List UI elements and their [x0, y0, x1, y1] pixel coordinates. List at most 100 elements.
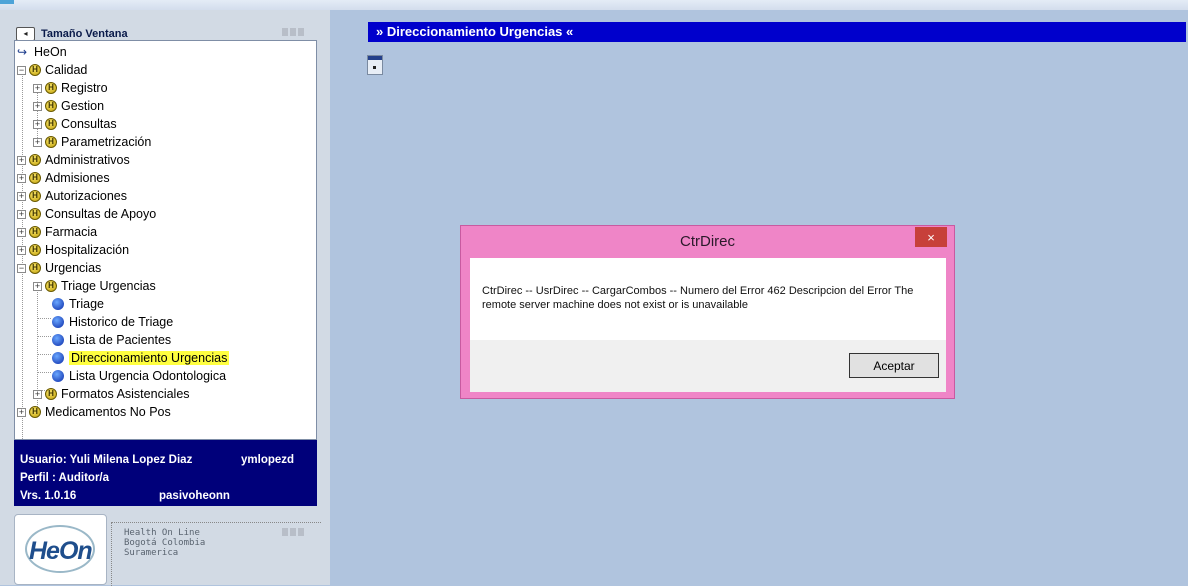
expand-icon[interactable]: +	[33, 389, 42, 399]
window-size-icon: ◂	[16, 27, 35, 41]
module-icon: H	[29, 208, 41, 220]
tree-item-farmacia[interactable]: + H Farmacia	[17, 223, 97, 241]
tree-label: Farmacia	[45, 225, 98, 239]
form-icon	[52, 316, 64, 328]
tree-label: Triage Urgencias	[61, 279, 156, 293]
form-control-icon[interactable]	[367, 55, 383, 75]
tree-item-registro[interactable]: + H Registro	[33, 79, 108, 97]
grip-icon	[282, 28, 306, 36]
expand-icon[interactable]: +	[33, 101, 42, 111]
expand-icon[interactable]: +	[33, 137, 42, 147]
tree-label: Autorizaciones	[45, 189, 127, 203]
company-line: Bogotá Colombia	[124, 538, 206, 548]
tree-item-consultas-apoyo[interactable]: + H Consultas de Apoyo	[17, 205, 156, 223]
module-icon: H	[45, 118, 57, 130]
expand-icon[interactable]: +	[17, 155, 26, 165]
tree-connector	[37, 354, 51, 355]
tree-connector	[37, 372, 51, 373]
expand-icon[interactable]: +	[17, 191, 26, 201]
tree-item-calidad[interactable]: − H Calidad	[17, 61, 87, 79]
expand-icon[interactable]: +	[17, 227, 26, 237]
tree-label: Gestion	[61, 99, 105, 113]
tree-item-historico-triage[interactable]: Historico de Triage	[52, 313, 173, 331]
tree-label: Lista de Pacientes	[69, 333, 172, 347]
tree-label: HeOn	[34, 45, 67, 59]
collapse-icon[interactable]: −	[17, 263, 26, 273]
tree-label: Hospitalización	[45, 243, 130, 257]
tree-item-heon[interactable]: ↪ HeOn	[17, 43, 67, 61]
collapse-icon[interactable]: −	[17, 65, 26, 75]
tree-item-urgencias[interactable]: − H Urgencias	[17, 259, 101, 277]
module-icon: H	[29, 226, 41, 238]
control-dot	[373, 66, 376, 69]
tree-item-direccionamiento[interactable]: Direccionamiento Urgencias	[52, 349, 230, 367]
tree-item-consultas[interactable]: + H Consultas	[33, 115, 117, 133]
server-name: pasivoheonn	[159, 490, 230, 502]
form-icon	[52, 370, 64, 382]
dialog-title: CtrDirec	[680, 233, 735, 250]
tree-label: Registro	[61, 81, 108, 95]
dialog-body: CtrDirec -- UsrDirec -- CargarCombos -- …	[470, 258, 946, 392]
tree-label: Lista Urgencia Odontologica	[69, 369, 227, 383]
tree-item-gestion[interactable]: + H Gestion	[33, 97, 104, 115]
tree-item-autorizaciones[interactable]: + H Autorizaciones	[17, 187, 127, 205]
expand-icon[interactable]: +	[33, 119, 42, 129]
tree-item-lista-odontologica[interactable]: Lista Urgencia Odontologica	[52, 367, 226, 385]
module-icon: H	[45, 100, 57, 112]
user-profile: Perfil : Auditor/a	[20, 472, 110, 484]
tree-connector	[37, 336, 51, 337]
menu-tree[interactable]: ↪ HeOn − H Calidad + H Registro + H Gest…	[14, 40, 317, 440]
tree-item-admisiones[interactable]: + H Admisiones	[17, 169, 110, 187]
heon-root-icon: ↪	[17, 45, 28, 59]
close-button[interactable]: ×	[915, 227, 947, 247]
tree-item-medicamentos[interactable]: + H Medicamentos No Pos	[17, 403, 171, 421]
page-title: » Direccionamiento Urgencias «	[368, 22, 1186, 42]
module-icon: H	[45, 82, 57, 94]
tree-label: Historico de Triage	[69, 315, 174, 329]
tree-label-selected: Direccionamiento Urgencias	[69, 351, 230, 365]
company-line: Suramerica	[124, 548, 179, 558]
user-info-panel: Usuario: Yuli Milena Lopez Diaz ymlopezd…	[14, 440, 317, 506]
control-bar	[368, 56, 382, 60]
user-name: Usuario: Yuli Milena Lopez Diaz	[20, 454, 193, 466]
tree-item-formatos[interactable]: + H Formatos Asistenciales	[33, 385, 190, 403]
form-icon	[52, 298, 64, 310]
top-strip	[0, 0, 1188, 10]
tree-item-triage[interactable]: Triage	[52, 295, 104, 313]
tree-item-triage-urgencias[interactable]: + H Triage Urgencias	[33, 277, 156, 295]
tree-label: Administrativos	[45, 153, 130, 167]
error-message: CtrDirec -- UsrDirec -- CargarCombos -- …	[482, 285, 914, 311]
tree-label: Consultas de Apoyo	[45, 207, 157, 221]
tree-label: Calidad	[45, 63, 88, 77]
module-icon: H	[29, 154, 41, 166]
module-icon: H	[29, 190, 41, 202]
dialog-message-area: CtrDirec -- UsrDirec -- CargarCombos -- …	[470, 258, 946, 340]
tree-item-administrativos[interactable]: + H Administrativos	[17, 151, 130, 169]
expand-icon[interactable]: +	[17, 407, 26, 417]
logo-area: HeOn Health On Line Bogotá Colombia Sura…	[14, 514, 321, 586]
form-icon	[52, 334, 64, 346]
window-size-label: Tamaño Ventana	[41, 28, 128, 40]
tree-label: Admisiones	[45, 171, 110, 185]
tree-item-hospitalizacion[interactable]: + H Hospitalización	[17, 241, 129, 259]
tree-connector	[37, 318, 51, 319]
module-icon: H	[29, 244, 41, 256]
tree-label: Medicamentos No Pos	[45, 405, 171, 419]
tree-item-parametrizacion[interactable]: + H Parametrización	[33, 133, 151, 151]
module-icon: H	[29, 172, 41, 184]
ok-button[interactable]: Aceptar	[849, 353, 939, 378]
app-version: Vrs. 1.0.16	[20, 490, 77, 502]
user-login: ymlopezd	[241, 454, 295, 466]
expand-icon[interactable]: +	[33, 83, 42, 93]
top-accent	[0, 0, 14, 4]
tree-label: Urgencias	[45, 261, 102, 275]
expand-icon[interactable]: +	[33, 281, 42, 291]
module-icon: H	[45, 136, 57, 148]
expand-icon[interactable]: +	[17, 209, 26, 219]
expand-icon[interactable]: +	[17, 245, 26, 255]
tree-item-lista-pacientes[interactable]: Lista de Pacientes	[52, 331, 171, 349]
module-icon: H	[45, 280, 57, 292]
error-dialog: CtrDirec × CtrDirec -- UsrDirec -- Carga…	[460, 225, 955, 399]
expand-icon[interactable]: +	[17, 173, 26, 183]
form-icon	[52, 352, 64, 364]
